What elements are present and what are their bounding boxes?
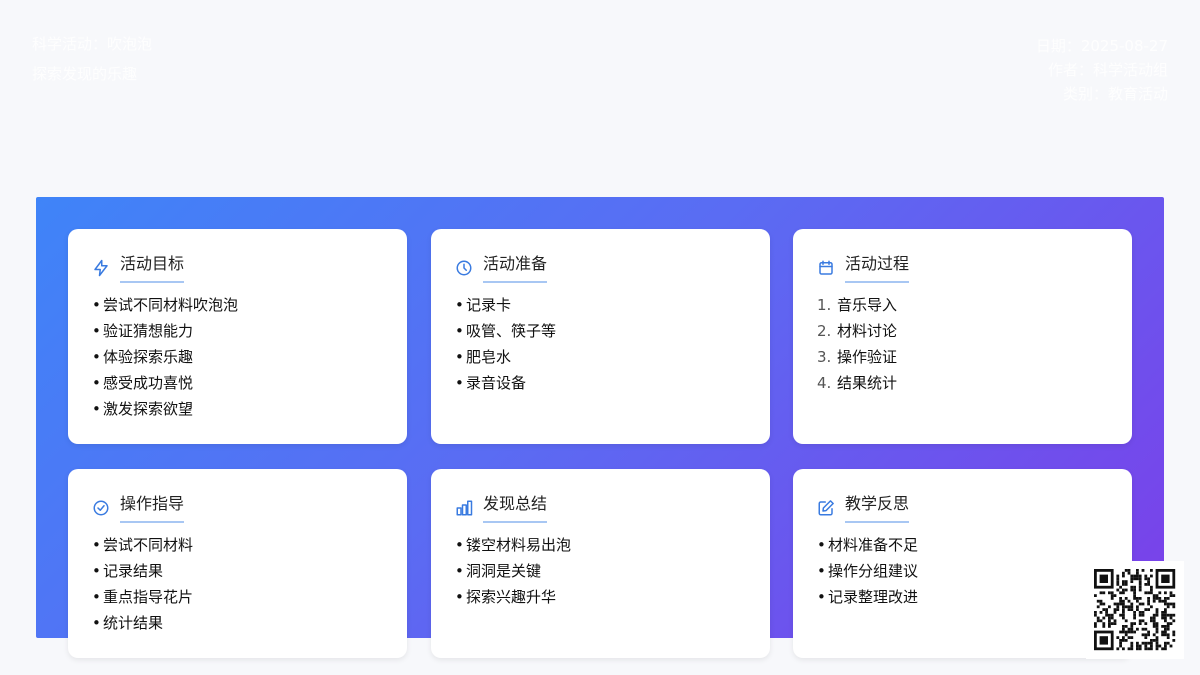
header-meta: 日期：2025-08-27 作者：科学活动组 类别：教育活动 — [1036, 34, 1168, 106]
meta-date: 日期：2025-08-27 — [1035, 37, 1168, 55]
list-item: • 吸管、筷子等 — [455, 322, 557, 340]
card-activity-preparation: 活动准备 • 记录卡 • 吸管、筷子等 • 肥皂水 • 录音设备 — [431, 229, 770, 444]
list-item: • 记录整理改进 — [817, 588, 919, 606]
list-item: • 操作分组建议 — [817, 562, 919, 580]
card-list: • 镂空材料易出泡 • 洞洞是关键 • 探索兴趣升华 — [455, 532, 571, 610]
list-item: • 镂空材料易出泡 — [455, 536, 572, 554]
card-operation-guide: 操作指导 • 尝试不同材料 • 记录结果 • 重点指导花片 • 统计结果 — [68, 469, 407, 658]
meta-author: 作者：科学活动组 — [1047, 61, 1168, 79]
list-item: • 感受成功喜悦 — [92, 374, 194, 392]
card-teaching-reflection: 教学反思 • 材料准备不足 • 操作分组建议 • 记录整理改进 — [793, 469, 1132, 658]
edit-icon — [817, 499, 835, 517]
list-item: • 材料准备不足 — [817, 536, 919, 554]
card-list: 1. 音乐导入 2. 材料讨论 3. 操作验证 4. 结果统计 — [817, 292, 897, 396]
list-item: • 体验探索乐趣 — [92, 348, 194, 366]
page-tagline: 探索发现的乐趣 — [32, 65, 138, 83]
list-item: • 洞洞是关键 — [455, 562, 542, 580]
list-item: • 录音设备 — [455, 374, 527, 392]
bar-chart-icon — [455, 499, 473, 517]
list-item: • 激发探索欲望 — [92, 400, 194, 418]
list-item: • 尝试不同材料吹泡泡 — [92, 296, 239, 314]
list-item: • 肥皂水 — [455, 348, 512, 366]
card-list: • 尝试不同材料 • 记录结果 • 重点指导花片 • 统计结果 — [92, 532, 193, 636]
list-item: 1. 音乐导入 — [817, 296, 898, 314]
list-item: • 重点指导花片 — [92, 588, 194, 606]
clock-icon — [455, 259, 473, 277]
list-item: • 记录卡 — [455, 296, 512, 314]
lightning-icon — [92, 259, 110, 277]
card-list: • 记录卡 • 吸管、筷子等 • 肥皂水 • 录音设备 — [455, 292, 556, 396]
card-findings-summary: 发现总结 • 镂空材料易出泡 • 洞洞是关键 • 探索兴趣升华 — [431, 469, 770, 658]
card-title: 活动目标 — [120, 253, 185, 283]
card-list: • 尝试不同材料吹泡泡 • 验证猜想能力 • 体验探索乐趣 • 感受成功喜悦 • 激发探索… — [92, 292, 238, 422]
check-circle-icon — [92, 499, 110, 517]
card-title: 发现总结 — [483, 493, 548, 523]
qr-code-icon[interactable] — [1086, 561, 1184, 659]
card-title: 活动过程 — [845, 253, 910, 283]
list-item: • 记录结果 — [92, 562, 164, 580]
list-item: 2. 材料讨论 — [817, 322, 898, 340]
page-subtitle: 科学活动：吹泡泡 — [32, 35, 153, 53]
meta-category: 类别：教育活动 — [1062, 85, 1168, 103]
list-item: • 探索兴趣升华 — [455, 588, 557, 606]
list-item: • 统计结果 — [92, 614, 164, 632]
card-list: • 材料准备不足 • 操作分组建议 • 记录整理改进 — [817, 532, 918, 610]
header-left: 科学活动：吹泡泡 探索发现的乐趣 — [32, 34, 152, 84]
card-title: 操作指导 — [120, 493, 185, 523]
card-activity-goals: 活动目标 • 尝试不同材料吹泡泡 • 验证猜想能力 • 体验探索乐趣 • 感受成功喜悦 … — [68, 229, 407, 444]
list-item: 3. 操作验证 — [817, 348, 898, 366]
card-title: 活动准备 — [483, 253, 548, 283]
list-item: 4. 结果统计 — [817, 374, 898, 392]
list-item: • 尝试不同材料 — [92, 536, 194, 554]
card-activity-process: 活动过程 1. 音乐导入 2. 材料讨论 3. 操作验证 4. 结果统计 — [793, 229, 1132, 444]
calendar-icon — [817, 259, 835, 277]
list-item: • 验证猜想能力 — [92, 322, 194, 340]
card-title: 教学反思 — [845, 493, 910, 523]
